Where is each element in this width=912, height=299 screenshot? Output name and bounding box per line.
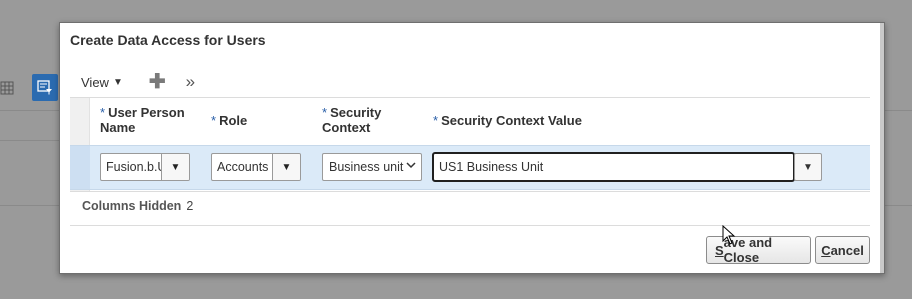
create-data-access-dialog: Create Data Access for Users View ▼ ✚ » … — [59, 22, 885, 274]
column-header-security-context-value[interactable]: * Security Context Value — [433, 113, 582, 128]
caret-down-icon: ▼ — [112, 76, 123, 88]
column-header-security-context[interactable]: * Security Context — [322, 105, 381, 135]
columns-hidden-label: Columns Hidden — [82, 199, 182, 213]
view-menu-label: View — [81, 74, 109, 90]
security-context-value-input[interactable]: US1 Business Unit — [432, 152, 795, 182]
header-text: Security — [330, 105, 382, 120]
chevron-down-icon[interactable]: ▼ — [161, 154, 189, 180]
background-divider — [882, 110, 912, 111]
role-value: Accounts P — [217, 160, 273, 174]
query-filter-icon[interactable] — [32, 74, 58, 101]
footer-divider — [70, 225, 870, 226]
required-indicator: * — [433, 113, 439, 128]
column-header-role[interactable]: * Role — [211, 113, 247, 128]
header-text: Context — [322, 120, 371, 135]
cancel-access-key: C — [821, 242, 831, 258]
plus-icon[interactable]: ✚ — [149, 72, 166, 92]
user-person-name-combobox[interactable]: Fusion.b.U ▼ — [100, 153, 190, 181]
background-divider — [0, 110, 60, 111]
dialog-title: Create Data Access for Users — [70, 32, 266, 48]
header-text: Security Context Value — [441, 113, 582, 128]
user-person-name-value: Fusion.b.U — [106, 160, 162, 174]
chevron-down-icon[interactable]: ▼ — [794, 153, 822, 181]
background-divider — [0, 205, 60, 206]
double-chevron-right-icon[interactable]: » — [186, 73, 195, 91]
security-context-select[interactable]: Business unit — [322, 153, 422, 181]
row-selector[interactable] — [70, 146, 90, 189]
table-toolbar: View ▼ ✚ » — [81, 71, 195, 93]
security-context-value: Business unit — [329, 160, 404, 174]
cancel-label-rest: ancel — [830, 242, 864, 258]
required-indicator: * — [322, 105, 328, 120]
column-header-user-person-name[interactable]: * User Person Name — [100, 105, 185, 135]
mouse-pointer-icon — [722, 224, 736, 248]
dialog-scrollbar[interactable] — [880, 23, 884, 273]
header-text: Name — [100, 120, 136, 135]
table-bottom-divider — [70, 191, 870, 192]
required-indicator: * — [100, 105, 106, 120]
background-divider — [0, 140, 60, 141]
required-indicator: * — [211, 113, 217, 128]
cancel-button[interactable]: Cancel — [815, 236, 870, 264]
select-chevron-icon — [406, 160, 416, 173]
background-divider — [882, 205, 912, 206]
role-combobox[interactable]: Accounts P ▼ — [211, 153, 301, 181]
header-text: Role — [219, 113, 248, 128]
columns-hidden-count: 2 — [186, 199, 194, 213]
header-text: User Person — [108, 105, 185, 120]
security-context-value-text: US1 Business Unit — [439, 160, 544, 174]
columns-hidden-indicator: Columns Hidden 2 — [82, 199, 193, 213]
chevron-down-icon[interactable]: ▼ — [272, 154, 300, 180]
view-menu[interactable]: View ▼ — [81, 75, 123, 90]
table-row[interactable]: Fusion.b.U ▼ Accounts P ▼ Business unit … — [70, 145, 870, 190]
grid-icon[interactable] — [0, 80, 14, 96]
data-access-table: * User Person Name * Role * Security Contex… — [70, 98, 870, 191]
